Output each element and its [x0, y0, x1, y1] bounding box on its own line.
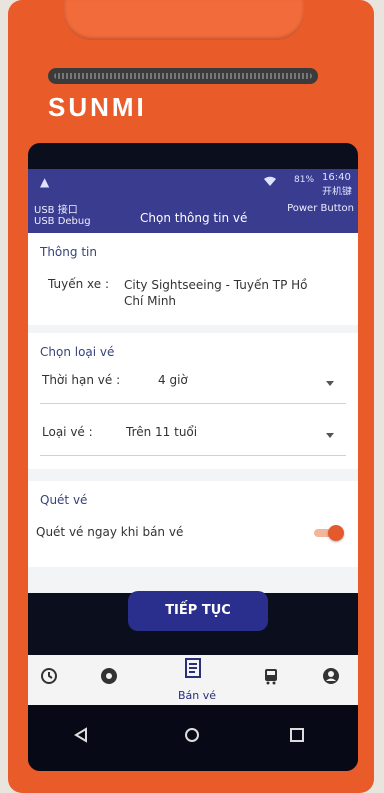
- type-value: Trên 11 tuổi: [126, 425, 198, 439]
- usb-label: USB 接口: [34, 205, 78, 216]
- device-top: [64, 0, 304, 40]
- account-icon[interactable]: [320, 665, 342, 687]
- route-value: City Sightseeing - Tuyến TP Hồ Chí Minh: [124, 278, 308, 308]
- type-label: Loại vé :: [42, 425, 93, 439]
- info-section-title: Thông tin: [40, 245, 97, 259]
- aperture-icon[interactable]: [98, 665, 120, 687]
- device-screen: ▲ 81% 16:40 开机键 USB 接口 USB Debug Chọn th…: [28, 143, 358, 771]
- wifi-icon: [264, 176, 276, 186]
- status-bar: ▲ 81% 16:40 开机键: [28, 169, 358, 198]
- clock-time: 16:40: [322, 172, 351, 183]
- scan-toggle-label: Quét vé ngay khi bán vé: [36, 525, 184, 539]
- scan-section-title: Quét vé: [40, 493, 88, 507]
- duration-value: 4 giờ: [158, 373, 188, 387]
- page-title: Chọn thông tin vé: [140, 211, 248, 225]
- type-select[interactable]: Trên 11 tuổi: [126, 425, 326, 443]
- toggle-knob: [328, 525, 344, 541]
- app-bar: USB 接口 USB Debug Chọn thông tin vé Power…: [28, 195, 358, 233]
- brand-logo: SUNMI: [48, 92, 147, 122]
- nav-sell-ticket-label[interactable]: Bán vé: [178, 689, 216, 702]
- ticket-type-section-title: Chọn loại vé: [40, 345, 115, 359]
- pos-device: SUNMI ▲ 81% 16:40 开机键 USB 接口 USB Debug C…: [8, 0, 374, 793]
- route-label: Tuyến xe :: [48, 277, 109, 291]
- android-nav-bar: [28, 705, 358, 771]
- bottom-navigation: Bán vé: [28, 655, 358, 705]
- divider: [40, 403, 346, 404]
- divider: [40, 455, 346, 456]
- info-card: Thông tin Tuyến xe : City Sightseeing - …: [28, 233, 358, 325]
- receipt-printer-slot: [48, 68, 318, 84]
- battery-indicator: 81%: [294, 175, 315, 185]
- ticket-type-card: Chọn loại vé Thời hạn vé : 4 giờ Loại vé…: [28, 333, 358, 469]
- continue-button[interactable]: TIẾP TỤC: [128, 591, 268, 631]
- scan-card: Quét vé Quét vé ngay khi bán vé: [28, 481, 358, 567]
- bus-icon[interactable]: [260, 665, 282, 687]
- duration-select[interactable]: 4 giờ: [158, 373, 338, 391]
- scan-on-sell-toggle[interactable]: [314, 525, 344, 541]
- main-content: Thông tin Tuyến xe : City Sightseeing - …: [28, 233, 358, 593]
- warning-icon: ▲: [40, 175, 50, 189]
- ticket-icon[interactable]: [182, 657, 204, 679]
- home-icon[interactable]: [184, 727, 200, 747]
- duration-label: Thời hạn vé :: [42, 373, 121, 387]
- power-button-label: Power Button: [287, 203, 354, 214]
- usb-debug-indicator: USB 接口 USB Debug: [34, 205, 91, 227]
- history-icon[interactable]: [38, 665, 60, 687]
- usb-debug-label: USB Debug: [34, 216, 91, 227]
- chevron-down-icon[interactable]: [326, 381, 334, 386]
- recent-apps-icon[interactable]: [290, 727, 304, 746]
- chevron-down-icon[interactable]: [326, 433, 334, 438]
- back-icon[interactable]: [74, 727, 88, 747]
